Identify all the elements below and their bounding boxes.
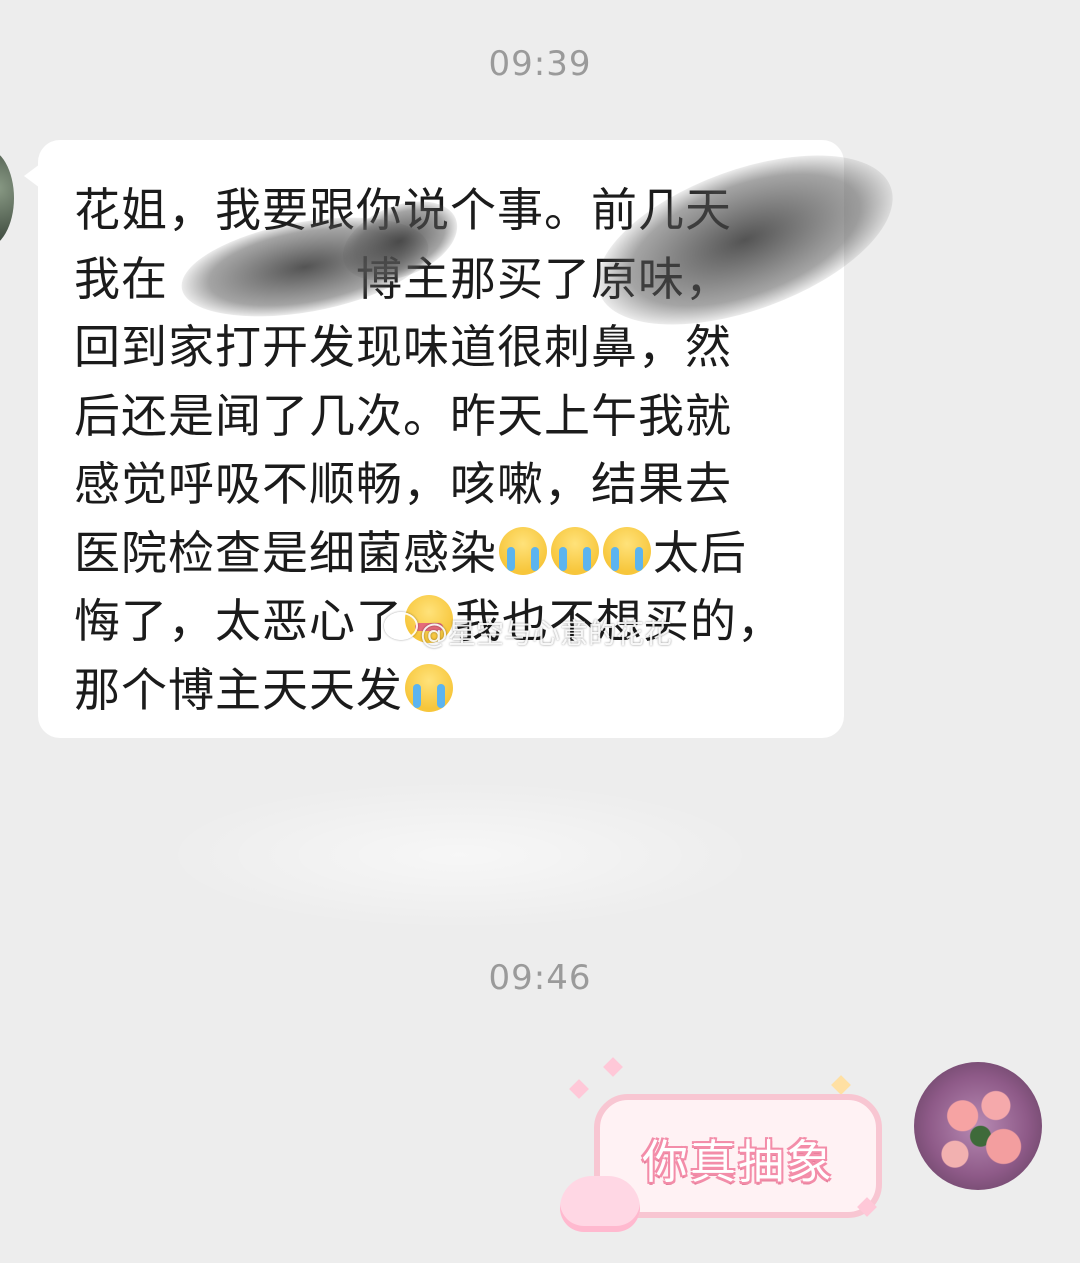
message-line: 我在: [74, 251, 168, 306]
message-line: 悔了，太恶心了: [74, 594, 403, 648]
outgoing-message-text: 你真抽象: [642, 1135, 834, 1189]
contact-avatar[interactable]: [0, 148, 14, 248]
message-line: 感觉呼吸不顺畅，咳嗽，结果去: [74, 457, 732, 511]
timestamp: 09:46: [488, 958, 592, 998]
message-line: 后还是闻了几次。昨天上午我就: [74, 388, 732, 443]
message-line: 回到家打开发现味道很刺鼻，然: [74, 320, 732, 374]
cloud-decoration-icon: [560, 1176, 640, 1232]
sparkle-icon: [603, 1057, 623, 1077]
message-line: 太后: [653, 525, 747, 580]
timestamp: 09:39: [488, 44, 592, 84]
loudly-crying-face-icon: [405, 663, 453, 712]
weibo-logo-icon: [384, 612, 418, 640]
sparkle-icon: [831, 1075, 851, 1095]
loudly-crying-face-icon: [603, 526, 651, 575]
message-line: 医院检查是细菌感染: [74, 525, 497, 580]
loudly-crying-face-icon: [499, 526, 547, 575]
user-avatar[interactable]: [914, 1062, 1042, 1190]
watermark: @星空与心意的花花: [420, 617, 673, 650]
sparkle-icon: [569, 1079, 589, 1099]
message-line: 那个博主天天发: [74, 662, 403, 717]
loudly-crying-face-icon: [551, 526, 599, 575]
faded-erased-area: [160, 780, 760, 930]
